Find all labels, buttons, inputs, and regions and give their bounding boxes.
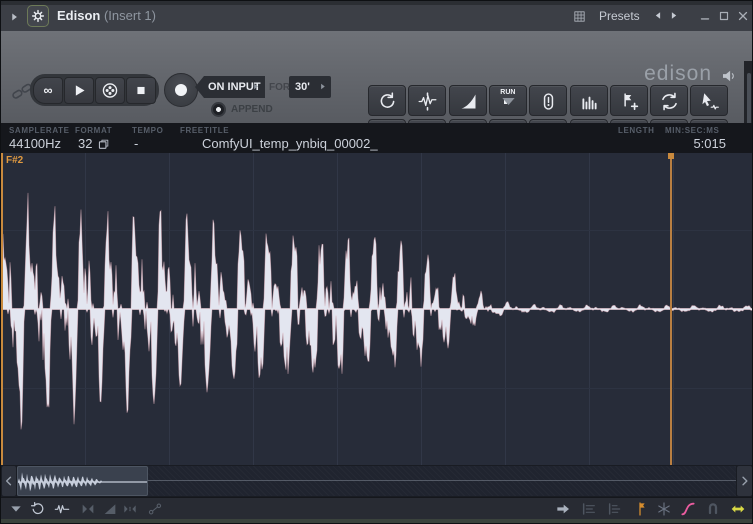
- record-button[interactable]: [164, 73, 198, 107]
- status-tri-down-button[interactable]: [8, 501, 24, 517]
- status-ramp-button[interactable]: [102, 501, 118, 517]
- speaker-icon: [720, 67, 738, 85]
- preset-next-button[interactable]: [667, 9, 680, 22]
- title-label: TITLE: [204, 126, 229, 135]
- eq-tool-button[interactable]: [570, 85, 608, 116]
- overview-waveform: [18, 467, 148, 496]
- eq-icon: [579, 91, 600, 112]
- plugin-gear-icon[interactable]: [27, 5, 49, 27]
- append-option[interactable]: APPEND: [211, 102, 273, 117]
- playback-marker-head[interactable]: [668, 153, 674, 159]
- status-magnet-button[interactable]: [705, 501, 721, 517]
- tempo-value: -: [134, 136, 138, 151]
- length-label: LENGTH: [618, 126, 655, 135]
- chevron-right-icon: [250, 81, 261, 92]
- title-bar: Edison (Insert 1) Presets: [1, 1, 752, 31]
- root-note-label: F#2: [6, 155, 23, 166]
- status-list1-button[interactable]: [581, 501, 597, 517]
- window-title: Edison (Insert 1): [57, 8, 156, 23]
- preset-prev-button[interactable]: [652, 9, 665, 22]
- presets-label[interactable]: Presets: [599, 9, 640, 23]
- detach-arrow-icon[interactable]: [7, 10, 21, 24]
- sample-info-bar: SAMPLERATE 44100Hz FORMAT 32 TEMPO - FRE…: [1, 123, 752, 153]
- flagadd-icon: [619, 91, 640, 112]
- free-label: FREE: [180, 126, 204, 135]
- titlebar-pattern: [1, 1, 752, 5]
- run-tool-button[interactable]: RUN: [489, 85, 527, 116]
- for-label: FOR: [269, 82, 290, 93]
- amp-tool-button[interactable]: [529, 85, 567, 116]
- close-button[interactable]: [736, 9, 750, 23]
- append-label: APPEND: [231, 104, 273, 115]
- declick-tool-button[interactable]: [408, 85, 446, 116]
- status-arrowright-button[interactable]: [555, 501, 571, 517]
- status-flagmark-button[interactable]: [634, 501, 650, 517]
- status-undo-button[interactable]: [30, 501, 46, 517]
- turn-icon: [377, 91, 398, 112]
- insert-slot-label: (Insert 1): [104, 8, 156, 23]
- svg-text:∞: ∞: [43, 83, 52, 97]
- format-value: 32: [78, 136, 92, 151]
- playback-marker[interactable]: [670, 153, 672, 465]
- status-zoominward-button[interactable]: [80, 501, 96, 517]
- status-linkdots-button[interactable]: [147, 501, 163, 517]
- status-snapsel-button[interactable]: [122, 501, 138, 517]
- window-bottom-edge: [1, 519, 753, 524]
- record-dot-icon: [175, 84, 187, 96]
- samplerate-label: SAMPLERATE: [9, 126, 70, 135]
- edison-window: Edison (Insert 1) Presets ∞ ON INPUT FOR…: [0, 0, 753, 524]
- format-change-icon[interactable]: [97, 138, 110, 151]
- chevron-down-icon: [498, 91, 519, 112]
- status-bar: [1, 497, 753, 519]
- cursorwave-icon: [699, 91, 720, 112]
- loop-mode-button[interactable]: [95, 77, 125, 104]
- play-button[interactable]: [64, 77, 94, 104]
- loop-button[interactable]: ∞: [33, 77, 63, 104]
- edison-logo: edison: [644, 62, 712, 86]
- sample-start-marker: [1, 153, 3, 465]
- scroll-left-button[interactable]: [2, 466, 16, 496]
- tempo-label: TEMPO: [132, 126, 163, 135]
- status-scurve-button[interactable]: [680, 501, 696, 517]
- plugin-picker-icon[interactable]: [572, 9, 587, 24]
- duration-value: 30': [295, 81, 310, 93]
- minimize-button[interactable]: [698, 9, 712, 23]
- length-units-label: MIN:SEC:MS: [665, 126, 719, 135]
- overview-tail-line: [148, 480, 736, 481]
- waveform-editor[interactable]: F#2: [1, 153, 753, 465]
- status-arrowlr-button[interactable]: [730, 501, 746, 517]
- record-duration-selector[interactable]: 30': [289, 76, 331, 98]
- declick-icon: [417, 91, 438, 112]
- status-snow-button[interactable]: [656, 501, 672, 517]
- turn-tool-button[interactable]: [368, 85, 406, 116]
- resample-tool-button[interactable]: [650, 85, 688, 116]
- stop-button[interactable]: [126, 77, 156, 104]
- flagadd-tool-button[interactable]: [610, 85, 648, 116]
- fadein-icon: [458, 91, 479, 112]
- chevron-right-icon: [317, 81, 328, 92]
- length-value: 5:015: [693, 136, 726, 151]
- record-mode-selector[interactable]: ON INPUT: [195, 76, 265, 98]
- resample-icon: [659, 91, 680, 112]
- maximize-button[interactable]: [717, 9, 731, 23]
- plugin-name: Edison: [57, 8, 100, 23]
- samplerate-value: 44100Hz: [9, 136, 61, 151]
- status-list2-button[interactable]: [607, 501, 623, 517]
- main-toolbar: ∞ ON INPUT FOR 30' APPEND edison RUN: [1, 31, 752, 123]
- scrollbar-thumb[interactable]: [17, 466, 148, 496]
- waveform-display: [1, 153, 753, 465]
- format-label: FORMAT: [75, 126, 112, 135]
- title-value: ComfyUI_temp_ynbiq_00002_: [202, 136, 378, 151]
- amp-icon: [538, 91, 559, 112]
- fadein-tool-button[interactable]: [449, 85, 487, 116]
- status-wavesel-button[interactable]: [54, 501, 70, 517]
- overview-scrollbar[interactable]: [1, 465, 753, 497]
- append-radio[interactable]: [211, 102, 226, 117]
- scroll-right-button[interactable]: [737, 466, 752, 496]
- transport-controls: ∞: [30, 74, 159, 106]
- cursorwave-tool-button[interactable]: [690, 85, 728, 116]
